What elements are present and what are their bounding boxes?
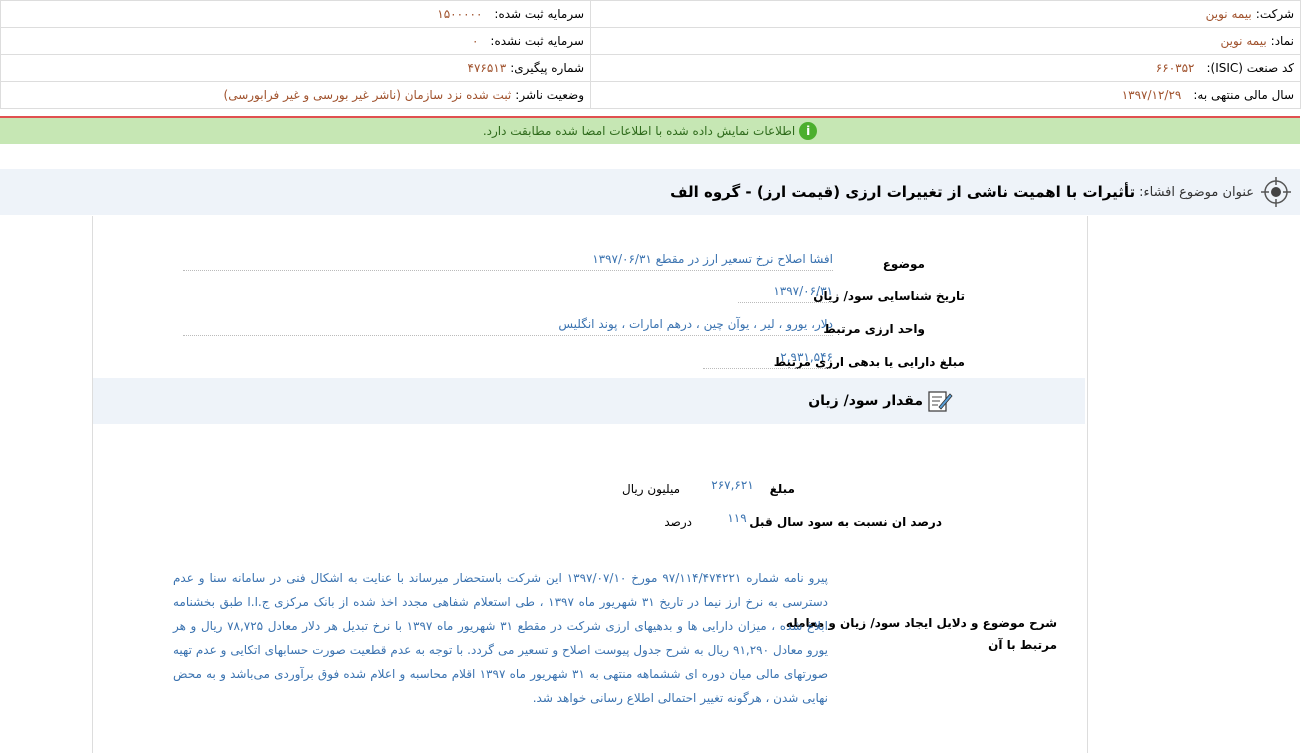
company-label: شرکت:	[1255, 7, 1294, 21]
profit-section-header: مقدار سود/ زیان	[93, 378, 1085, 424]
profit-percent-value: ۱۱۹	[727, 511, 747, 525]
disclosure-title-bar: عنوان موضوع افشاء: تأثیرات با اهمیت ناشی…	[0, 169, 1300, 215]
edit-icon	[928, 391, 953, 412]
subject-value: افشا اصلاح نرخ تسعیر ارز در مقطع ۱۳۹۷/۰۶…	[183, 252, 833, 271]
tracking-cell: شماره پیگیری:۴۷۶۵۱۳	[0, 54, 591, 82]
registered-capital-cell: سرمایه ثبت شده: ۱۵۰۰۰۰۰	[0, 0, 591, 28]
profit-section-title: مقدار سود/ زیان	[808, 393, 923, 409]
page-title: تأثیرات با اهمیت ناشی از تغییرات ارزی (ق…	[670, 183, 1136, 201]
unregistered-capital-cell: سرمایه ثبت نشده: ۰	[0, 27, 591, 55]
unregistered-capital-label: سرمایه ثبت نشده:	[490, 34, 584, 48]
profit-percent-label: درصد ان نسبت به سود سال قبل	[749, 515, 942, 529]
registered-capital-value: ۱۵۰۰۰۰۰	[437, 7, 483, 21]
info-icon: i	[799, 122, 818, 140]
title-label: عنوان موضوع افشاء:	[1139, 184, 1254, 200]
date-value: ۱۳۹۷/۰۶/۳۱	[738, 284, 833, 303]
currency-value: دلار، یورو ، لیر ، یوآن چین ، درهم امارا…	[183, 317, 833, 336]
fiscal-cell: سال مالی منتهی به: ۱۳۹۷/۱۲/۲۹	[590, 81, 1301, 109]
date-row: تاریخ شناسایی سود/ زیان ۱۳۹۷/۰۶/۳۱	[738, 284, 965, 303]
company-value[interactable]: بیمه نوین	[1206, 7, 1252, 21]
isic-label: کد صنعت (ISIC):	[1206, 61, 1294, 75]
company-cell: شرکت:بیمه نوین	[590, 0, 1301, 28]
target-icon	[1261, 177, 1291, 207]
isic-value: ۶۶۰۳۵۲	[1155, 61, 1195, 75]
publisher-label: وضعیت ناشر:	[515, 88, 584, 102]
notice-text: اطلاعات نمایش داده شده با اطلاعات امضا ش…	[482, 124, 796, 138]
symbol-value[interactable]: بیمه نوین	[1221, 34, 1267, 48]
description-text: پیرو نامه شماره ۹۷/۱۱۴/۴۷۴۲۲۱ مورخ ۱۳۹۷/…	[173, 571, 829, 705]
disclosure-panel: موضوع افشا اصلاح نرخ تسعیر ارز در مقطع ۱…	[92, 216, 1088, 753]
isic-cell: کد صنعت (ISIC): ۶۶۰۳۵۲	[590, 54, 1301, 82]
profit-amount-unit: میلیون ریال	[622, 482, 680, 496]
profit-percent-row: درصد ان نسبت به سود سال قبل ۱۱۹ درصد	[612, 511, 942, 529]
subject-label: موضوع	[882, 257, 925, 271]
asset-amount-label: مبلغ دارایی یا بدهی ارزی مرتبط	[773, 355, 965, 369]
symbol-cell: نماد:بیمه نوین	[590, 27, 1301, 55]
currency-label: واحد ارزی مرتبط	[823, 322, 925, 336]
profit-percent-unit: درصد	[664, 515, 692, 529]
profit-amount-label: مبلغ	[769, 482, 795, 496]
publisher-value: ثبت شده نزد سازمان (ناشر غیر بورسی و غیر…	[223, 88, 512, 102]
tracking-value: ۴۷۶۵۱۳	[467, 61, 507, 75]
publisher-cell: وضعیت ناشر:ثبت شده نزد سازمان (ناشر غیر …	[0, 81, 591, 109]
profit-amount-value: ۲۶۷,۶۲۱	[711, 478, 754, 492]
verification-notice: i اطلاعات نمایش داده شده با اطلاعات امضا…	[0, 118, 1300, 144]
subject-row: موضوع افشا اصلاح نرخ تسعیر ارز در مقطع ۱…	[183, 252, 925, 271]
asset-amount-row: مبلغ دارایی یا بدهی ارزی مرتبط ۲,۹۳۱,۵۴۶	[703, 350, 965, 369]
tracking-label: شماره پیگیری:	[510, 61, 584, 75]
currency-row: واحد ارزی مرتبط دلار، یورو ، لیر ، یوآن …	[183, 317, 925, 336]
unregistered-capital-value: ۰	[471, 34, 479, 48]
fiscal-value: ۱۳۹۷/۱۲/۲۹	[1121, 88, 1182, 102]
asset-amount-value: ۲,۹۳۱,۵۴۶	[703, 350, 833, 369]
header-info-table: شرکت:بیمه نوین سرمایه ثبت شده:۱۵۰۰۰۰۰ نم…	[0, 0, 1301, 109]
registered-capital-label: سرمایه ثبت شده:	[494, 7, 584, 21]
date-label: تاریخ شناسایی سود/ زیان	[813, 289, 965, 303]
fiscal-label: سال مالی منتهی به:	[1193, 88, 1294, 102]
symbol-label: نماد:	[1270, 34, 1294, 48]
profit-amount-row: مبلغ ۲۶۷,۶۲۱ میلیون ریال	[580, 478, 795, 496]
